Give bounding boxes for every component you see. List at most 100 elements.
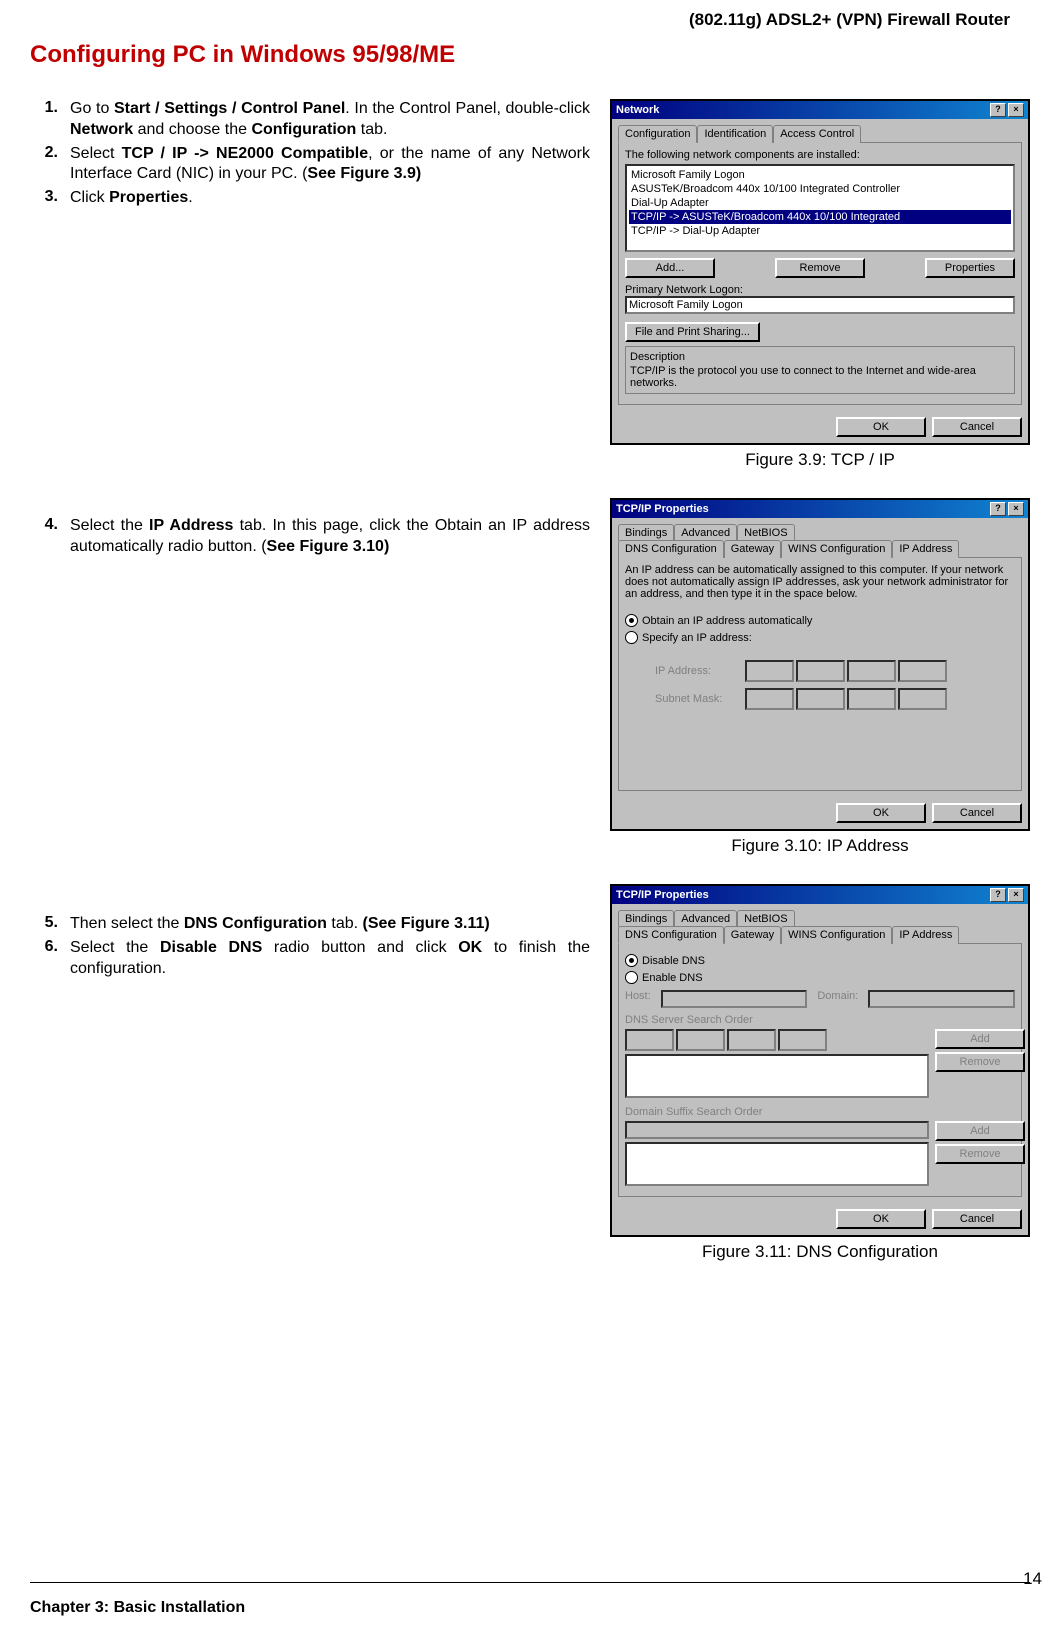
remove-button: Remove <box>935 1144 1025 1164</box>
intro-text: An IP address can be automatically assig… <box>625 564 1015 600</box>
tab-gateway[interactable]: Gateway <box>724 540 781 558</box>
step-number: 4. <box>30 516 58 558</box>
tab-gateway[interactable]: Gateway <box>724 926 781 944</box>
list-item[interactable]: TCP/IP -> Dial-Up Adapter <box>629 224 1011 238</box>
radio-obtain-auto[interactable]: Obtain an IP address automatically <box>625 614 1015 627</box>
tab-dns-configuration[interactable]: DNS Configuration <box>618 926 724 944</box>
primary-logon-select[interactable]: Microsoft Family Logon <box>625 296 1015 314</box>
subnet-mask-input <box>745 688 947 710</box>
ok-button[interactable]: OK <box>836 803 926 823</box>
step-text: Go to Start / Settings / Control Panel. … <box>70 99 590 141</box>
window-controls[interactable]: ?× <box>988 888 1024 902</box>
window-controls[interactable]: ?× <box>988 103 1024 117</box>
radio-disable-dns[interactable]: Disable DNS <box>625 954 1015 967</box>
tab-wins-configuration[interactable]: WINS Configuration <box>781 540 892 558</box>
step-text: Select the IP Address tab. In this page,… <box>70 516 590 558</box>
components-list[interactable]: Microsoft Family Logon ASUSTeK/Broadcom … <box>625 164 1015 252</box>
close-icon: × <box>1008 888 1024 902</box>
add-button: Add <box>935 1121 1025 1141</box>
help-icon: ? <box>990 888 1006 902</box>
tab-ip-address[interactable]: IP Address <box>892 926 959 944</box>
add-button[interactable]: Add... <box>625 258 715 278</box>
tab-netbios[interactable]: NetBIOS <box>737 910 794 927</box>
dialog-tcpip-ipaddress: TCP/IP Properties ?× Bindings Advanced N… <box>610 498 1030 831</box>
step-number: 5. <box>30 914 58 935</box>
cancel-button[interactable]: Cancel <box>932 417 1022 437</box>
step-number: 1. <box>30 99 58 141</box>
figure-caption: Figure 3.11: DNS Configuration <box>610 1242 1030 1262</box>
tab-dns-configuration[interactable]: DNS Configuration <box>618 540 724 558</box>
section-title: Configuring PC in Windows 95/98/ME <box>30 41 1030 69</box>
list-item-selected[interactable]: TCP/IP -> ASUSTeK/Broadcom 440x 10/100 I… <box>629 210 1011 224</box>
window-controls[interactable]: ?× <box>988 502 1024 516</box>
tab-access-control[interactable]: Access Control <box>773 125 861 143</box>
step-number: 2. <box>30 144 58 186</box>
step-text: Select the Disable DNS radio button and … <box>70 938 590 980</box>
help-icon: ? <box>990 502 1006 516</box>
page-number: 14 <box>1023 1569 1042 1589</box>
dns-entry-input <box>625 1029 929 1051</box>
step-text: Click Properties. <box>70 188 590 209</box>
label-primary-logon: Primary Network Logon: <box>625 284 1015 296</box>
tab-bindings[interactable]: Bindings <box>618 524 674 541</box>
list-item[interactable]: Dial-Up Adapter <box>629 196 1011 210</box>
figure-caption: Figure 3.9: TCP / IP <box>610 450 1030 470</box>
radio-icon <box>625 631 638 644</box>
dialog-title: TCP/IP Properties <box>616 889 709 901</box>
suffix-search-list <box>625 1142 929 1186</box>
help-icon: ? <box>990 103 1006 117</box>
remove-button[interactable]: Remove <box>775 258 865 278</box>
figure-caption: Figure 3.10: IP Address <box>610 836 1030 856</box>
dns-search-list <box>625 1054 929 1098</box>
radio-icon <box>625 614 638 627</box>
radio-icon <box>625 971 638 984</box>
step-text: Select TCP / IP -> NE2000 Compatible, or… <box>70 144 590 186</box>
tab-advanced[interactable]: Advanced <box>674 910 737 927</box>
host-input <box>661 990 808 1008</box>
add-button: Add <box>935 1029 1025 1049</box>
ip-address-input <box>745 660 947 682</box>
remove-button: Remove <box>935 1052 1025 1072</box>
label-ip-address: IP Address: <box>655 665 735 677</box>
dialog-network: Network ?× Configuration Identification … <box>610 99 1030 445</box>
tab-configuration[interactable]: Configuration <box>618 125 697 143</box>
radio-icon <box>625 954 638 967</box>
footer-rule <box>30 1582 1030 1583</box>
radio-specify-ip[interactable]: Specify an IP address: <box>625 631 1015 644</box>
dialog-title: TCP/IP Properties <box>616 503 709 515</box>
domain-input <box>868 990 1015 1008</box>
dialog-tcpip-dns: TCP/IP Properties ?× Bindings Advanced N… <box>610 884 1030 1237</box>
dialog-title: Network <box>616 104 659 116</box>
tab-advanced[interactable]: Advanced <box>674 524 737 541</box>
ok-button[interactable]: OK <box>836 1209 926 1229</box>
close-icon: × <box>1008 502 1024 516</box>
ok-button[interactable]: OK <box>836 417 926 437</box>
label-components: The following network components are ins… <box>625 149 1015 161</box>
step-text: Then select the DNS Configuration tab. (… <box>70 914 590 935</box>
description-text: TCP/IP is the protocol you use to connec… <box>630 365 1010 389</box>
list-item[interactable]: Microsoft Family Logon <box>629 168 1011 182</box>
tab-ip-address[interactable]: IP Address <box>892 540 959 558</box>
tab-netbios[interactable]: NetBIOS <box>737 524 794 541</box>
cancel-button[interactable]: Cancel <box>932 803 1022 823</box>
tab-wins-configuration[interactable]: WINS Configuration <box>781 926 892 944</box>
footer-chapter: Chapter 3: Basic Installation <box>30 1599 245 1617</box>
label-subnet-mask: Subnet Mask: <box>655 693 735 705</box>
close-icon: × <box>1008 103 1024 117</box>
tab-identification[interactable]: Identification <box>697 125 773 143</box>
label-suffix-search: Domain Suffix Search Order <box>625 1106 1015 1118</box>
label-description: Description <box>630 351 1010 363</box>
file-print-sharing-button[interactable]: File and Print Sharing... <box>625 322 760 342</box>
suffix-entry-input <box>625 1121 929 1139</box>
label-dns-search: DNS Server Search Order <box>625 1014 1015 1026</box>
step-number: 3. <box>30 188 58 209</box>
label-host: Host: <box>625 990 651 1008</box>
document-header: (802.11g) ADSL2+ (VPN) Firewall Router <box>30 10 1030 35</box>
radio-enable-dns[interactable]: Enable DNS <box>625 971 1015 984</box>
tab-bindings[interactable]: Bindings <box>618 910 674 927</box>
list-item[interactable]: ASUSTeK/Broadcom 440x 10/100 Integrated … <box>629 182 1011 196</box>
label-domain: Domain: <box>817 990 858 1008</box>
step-number: 6. <box>30 938 58 980</box>
cancel-button[interactable]: Cancel <box>932 1209 1022 1229</box>
properties-button[interactable]: Properties <box>925 258 1015 278</box>
